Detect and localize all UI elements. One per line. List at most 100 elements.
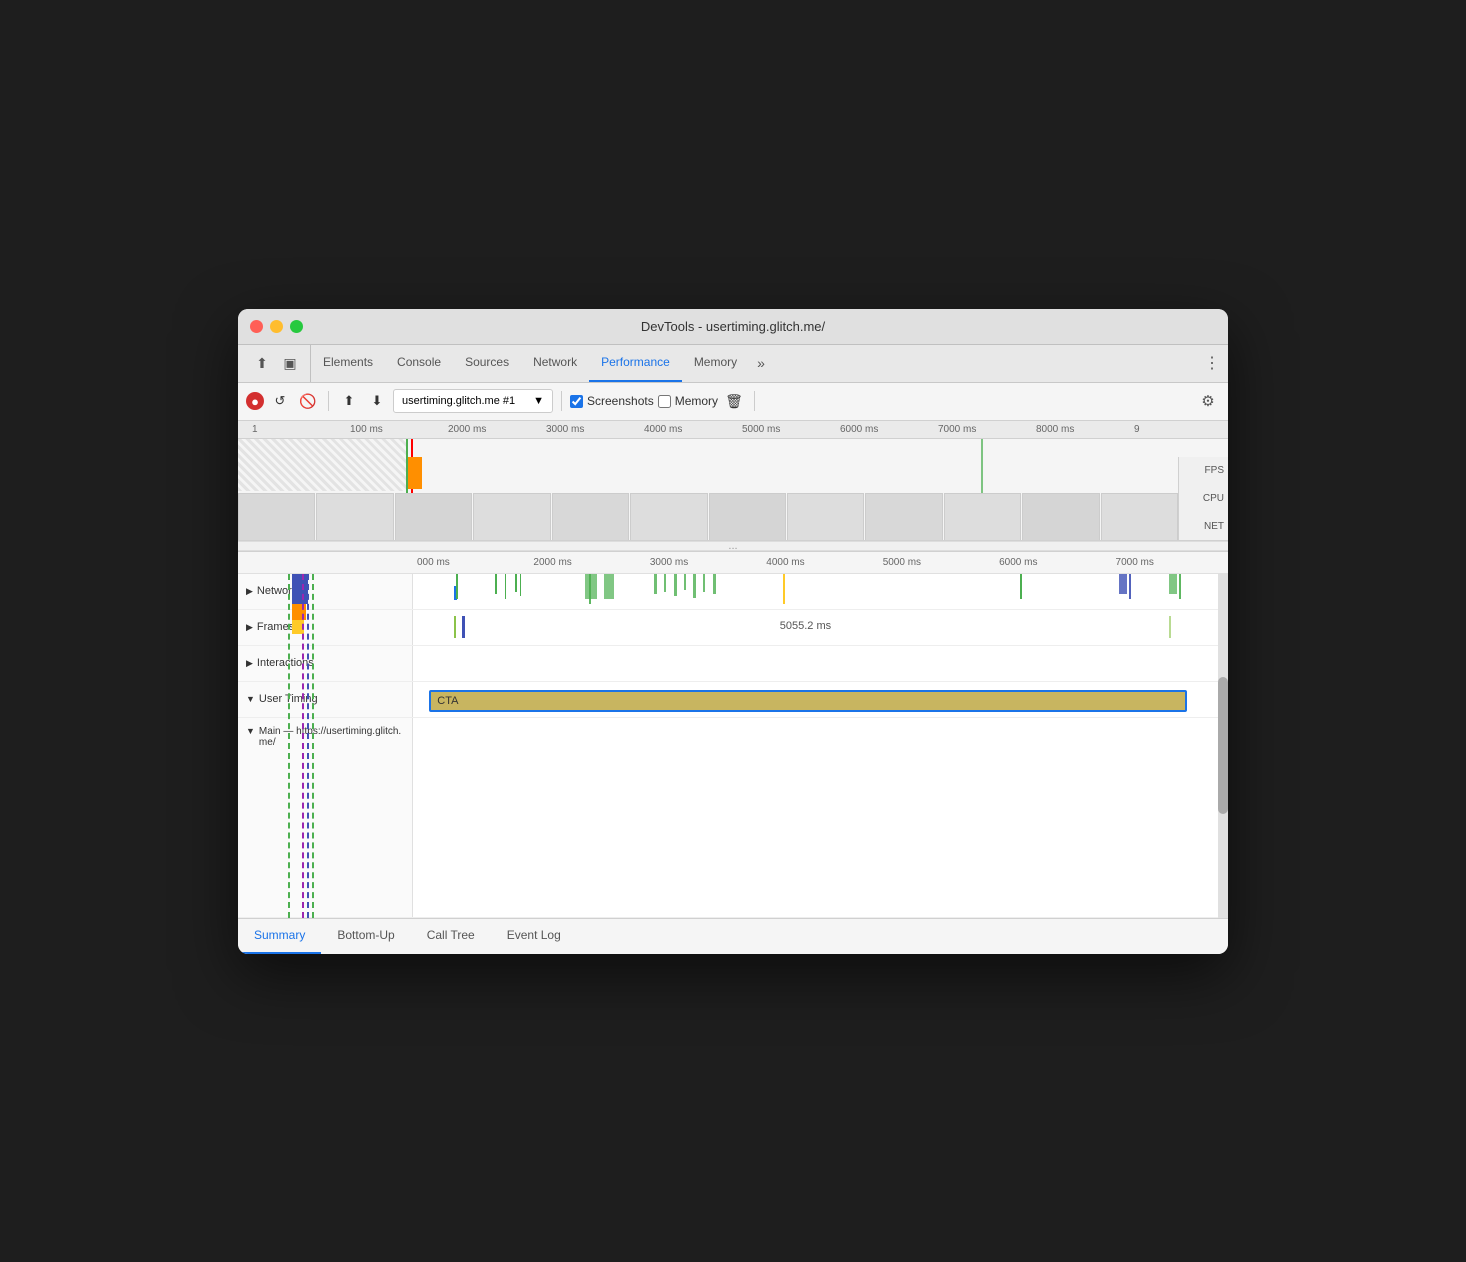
overview-content: FPS CPU NET ▲ ▲ ▲ xyxy=(238,439,1228,541)
clear-button[interactable]: 🚫 xyxy=(296,389,320,413)
maximize-button[interactable] xyxy=(290,320,303,333)
screenshot-7 xyxy=(709,493,786,541)
main-blue-block xyxy=(292,574,308,604)
selection-hatching xyxy=(238,439,406,491)
cursor-icon[interactable]: ⬆ xyxy=(250,351,274,375)
fps-cpu-net-panel: FPS CPU NET xyxy=(1178,457,1228,541)
toolbar-right: ⚙ xyxy=(1196,389,1220,413)
toolbar-separator-3 xyxy=(754,391,755,411)
screenshot-11 xyxy=(1022,493,1099,541)
overview-ruler: 1 100 ms 2000 ms 3000 ms 4000 ms 5000 ms… xyxy=(238,421,1228,439)
tab-call-tree[interactable]: Call Tree xyxy=(411,919,491,954)
tab-summary[interactable]: Summary xyxy=(238,919,321,954)
net-label: NET xyxy=(1204,521,1224,532)
device-icon[interactable]: ▣ xyxy=(278,351,302,375)
tab-network[interactable]: Network xyxy=(521,345,589,382)
toolbar-separator-1 xyxy=(328,391,329,411)
minimize-button[interactable] xyxy=(270,320,283,333)
download-button[interactable]: ⬇ xyxy=(365,389,389,413)
green-mid-2 xyxy=(664,574,666,592)
performance-toolbar: ● ↺ 🚫 ⬆ ⬇ usertiming.glitch.me #1 ▼ Scre… xyxy=(238,383,1228,421)
bottom-tab-bar: Summary Bottom-Up Call Tree Event Log xyxy=(238,918,1228,954)
toolbar-separator-2 xyxy=(561,391,562,411)
ruler-mark-6000: 6000 ms xyxy=(836,424,934,435)
profile-name: usertiming.glitch.me #1 xyxy=(402,395,515,407)
settings-button[interactable]: ⚙ xyxy=(1196,389,1220,413)
screenshot-9 xyxy=(865,493,942,541)
ruler2-5000: 5000 ms xyxy=(879,557,995,568)
ruler2-6000: 6000 ms xyxy=(995,557,1111,568)
memory-checkbox[interactable] xyxy=(658,395,671,408)
screenshot-10 xyxy=(944,493,1021,541)
screenshots-strip xyxy=(238,493,1178,541)
green-mid-7 xyxy=(713,574,716,594)
timeline-ruler: 000 ms 2000 ms 3000 ms 4000 ms 5000 ms 6… xyxy=(238,552,1228,574)
screenshot-8 xyxy=(787,493,864,541)
upload-button[interactable]: ⬆ xyxy=(337,389,361,413)
green-tick-2 xyxy=(495,574,497,594)
main-track: ▼ Main — https://usertiming.glitch.me/ xyxy=(238,718,1228,918)
main-content[interactable] xyxy=(238,574,1228,918)
window-title: DevTools - usertiming.glitch.me/ xyxy=(641,319,825,334)
tab-bottom-up[interactable]: Bottom-Up xyxy=(321,919,410,954)
ruler-mark-3000: 3000 ms xyxy=(542,424,640,435)
ruler-mark-5000: 5000 ms xyxy=(738,424,836,435)
ruler-mark-2000: 2000 ms xyxy=(444,424,542,435)
timeline-main: 000 ms 2000 ms 3000 ms 4000 ms 5000 ms 6… xyxy=(238,551,1228,918)
tab-elements[interactable]: Elements xyxy=(311,345,385,382)
orange-block xyxy=(408,457,422,489)
tab-event-log[interactable]: Event Log xyxy=(491,919,577,954)
record-button[interactable]: ● xyxy=(246,392,264,410)
green-right-3 xyxy=(1179,574,1181,599)
screenshot-1 xyxy=(238,493,315,541)
close-button[interactable] xyxy=(250,320,263,333)
blue-right-2 xyxy=(1129,574,1131,599)
tab-icons: ⬆ ▣ xyxy=(242,345,311,382)
tab-console[interactable]: Console xyxy=(385,345,453,382)
tab-memory[interactable]: Memory xyxy=(682,345,749,382)
timeline-scrollbar[interactable] xyxy=(1218,574,1228,918)
tab-more-button[interactable]: » xyxy=(749,355,773,371)
timeline-overview[interactable]: 1 100 ms 2000 ms 3000 ms 4000 ms 5000 ms… xyxy=(238,421,1228,541)
green-tick-5 xyxy=(520,574,521,596)
ruler2-4000: 4000 ms xyxy=(762,557,878,568)
screenshot-6 xyxy=(630,493,707,541)
green-mid-3 xyxy=(674,574,677,596)
cpu-label: CPU xyxy=(1203,493,1224,504)
traffic-lights xyxy=(250,320,303,333)
green-mid-4 xyxy=(684,574,686,590)
green-right-2 xyxy=(1169,574,1177,594)
green-tick-3 xyxy=(505,574,506,599)
ruler-mark-100: 100 ms xyxy=(346,424,444,435)
ruler-mark-9000: 9 xyxy=(1130,424,1228,435)
memory-label[interactable]: Memory xyxy=(658,394,718,408)
ruler-mark-0: 1 xyxy=(248,424,346,435)
dashed-line-green2 xyxy=(312,574,314,918)
ruler-mark-4000: 4000 ms xyxy=(640,424,738,435)
screenshots-label[interactable]: Screenshots xyxy=(570,394,654,408)
resize-handle[interactable]: ... xyxy=(238,541,1228,551)
ruler2-2000: 2000 ms xyxy=(529,557,645,568)
dashed-line-blue xyxy=(307,574,309,918)
yellow-line-1 xyxy=(783,574,785,604)
green-mid-1 xyxy=(654,574,657,594)
screenshot-4 xyxy=(473,493,550,541)
profile-selector[interactable]: usertiming.glitch.me #1 ▼ xyxy=(393,389,553,413)
reload-profile-button[interactable]: ↺ xyxy=(268,389,292,413)
scrollbar-thumb[interactable] xyxy=(1218,677,1228,815)
devtools-tab-bar: ⬆ ▣ Elements Console Sources Network Per… xyxy=(238,345,1228,383)
devtools-menu-button[interactable]: ⋮ xyxy=(1200,351,1224,375)
screenshots-checkbox[interactable] xyxy=(570,395,583,408)
ruler-mark-7000: 7000 ms xyxy=(934,424,1032,435)
green-mid-5 xyxy=(693,574,696,598)
dashed-line-purple xyxy=(302,574,304,918)
tab-performance[interactable]: Performance xyxy=(589,345,682,382)
blue-right-1 xyxy=(1119,574,1127,594)
screenshot-5 xyxy=(552,493,629,541)
title-bar: DevTools - usertiming.glitch.me/ xyxy=(238,309,1228,345)
delete-profile-button[interactable]: 🗑 xyxy=(722,389,746,413)
tab-sources[interactable]: Sources xyxy=(453,345,521,382)
green-cluster-2 xyxy=(589,574,591,604)
timeline-tracks: ▶ Network ▶ Frames s xyxy=(238,574,1228,918)
profile-dropdown-icon: ▼ xyxy=(533,395,544,407)
